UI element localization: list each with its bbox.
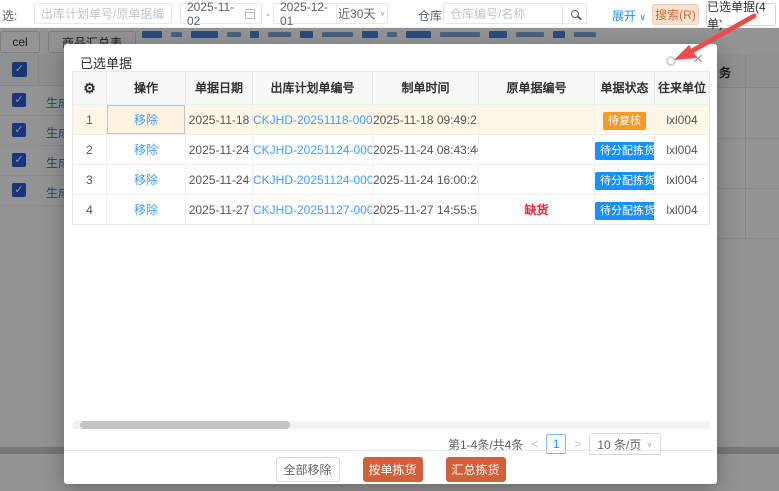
plan-number-input-wrap (34, 3, 172, 24)
chevron-down-icon: ∨ (646, 440, 653, 449)
original-no-cell: 缺货 (479, 195, 595, 224)
remove-all-button[interactable]: 全部移除 (276, 457, 340, 482)
table-row: 2 移除 2025-11-24CKJHD-20251124-00012025-11-… (73, 134, 709, 164)
plan-no-link[interactable]: CKJHD-20251124-0004 (253, 173, 373, 187)
doc-date-cell: 2025-11-18 (186, 105, 253, 134)
column-header: 出库计划单编号 (253, 72, 373, 104)
status-cell: 待分配拣货 (595, 135, 655, 164)
table-row: 1 移除 2025-11-18CKJHD-20251118-00012025-11-… (73, 104, 709, 134)
doc-date-cell: 2025-11-24 (186, 165, 253, 194)
plan-no-link[interactable]: CKJHD-20251127-0001 (253, 203, 373, 217)
action-cell: 移除 (107, 195, 186, 224)
column-header: 单据日期 (186, 72, 253, 104)
selected-docs-modal: 已选单据 × ⚙ 操作单据日期出库计划单编号制单时间原单据编号单据状态往来单位 … (64, 44, 717, 484)
plan-no-cell: CKJHD-20251127-0001 (253, 195, 373, 224)
status-badge: 待分配拣货 (595, 172, 655, 190)
horizontal-scrollbar-thumb[interactable] (80, 421, 290, 429)
prev-page-icon[interactable]: < (531, 437, 538, 451)
action-cell: 移除 (107, 105, 186, 134)
status-cell: 待分配拣货 (595, 165, 655, 194)
date-start-value: 2025-11-02 (187, 0, 245, 28)
original-no-cell (479, 105, 595, 134)
filter-toolbar: 选: 2025-11-02 - 2025-12-01 近30天 ∨ 仓库: 展开… (0, 0, 779, 28)
next-page-icon[interactable]: > (574, 437, 581, 451)
pick-summary-button[interactable]: 汇总拣货 (446, 457, 506, 482)
filter-label: 选: (2, 7, 17, 24)
table-body: 1移除2025-11-18CKJHD-20251118-00012025-11-… (73, 104, 709, 224)
search-button[interactable]: 搜索(R) (652, 4, 699, 25)
plan-no-link[interactable]: CKJHD-20251118-0001 (253, 113, 373, 127)
row-index: 3 (73, 165, 107, 194)
table-row: 4 移除 2025-11-27CKJHD-20251127-00012025-11-… (73, 194, 709, 224)
date-preset-value: 近30天 (338, 5, 375, 22)
modal-title: 已选单据 (80, 53, 132, 72)
action-cell: 移除 (107, 135, 186, 164)
partner-cell: lxl004 (655, 195, 709, 224)
column-header: 单据状态 (595, 72, 655, 104)
column-header: 往来单位 (655, 72, 709, 104)
original-no-cell (479, 135, 595, 164)
partner-cell: lxl004 (655, 105, 709, 134)
plan-no-link[interactable]: CKJHD-20251124-0001 (253, 143, 373, 157)
status-badge: 待复核 (603, 112, 646, 130)
action-cell: 移除 (107, 165, 186, 194)
plan-no-cell: CKJHD-20251124-0004 (253, 165, 373, 194)
plan-no-cell: CKJHD-20251118-0001 (253, 105, 373, 134)
modal-footer: 全部移除 按单拣货 汇总拣货 (64, 450, 717, 484)
date-range-separator: - (266, 7, 270, 21)
warehouse-input-wrap (443, 3, 587, 24)
close-icon[interactable]: × (693, 49, 703, 69)
row-index: 2 (73, 135, 107, 164)
calendar-icon (245, 9, 255, 19)
remove-link[interactable]: 移除 (134, 203, 158, 217)
app-window: 选: 2025-11-02 - 2025-12-01 近30天 ∨ 仓库: 展开… (0, 0, 779, 491)
status-badge: 待分配拣货 (595, 202, 655, 220)
table-row: 3 移除 2025-11-24CKJHD-20251124-00042025-11-… (73, 164, 709, 194)
date-preset-dropdown[interactable]: 近30天 ∨ (336, 3, 388, 24)
created-at-cell: 2025-11-18 09:49:21 (373, 105, 479, 134)
original-no-cell (479, 165, 595, 194)
plan-number-input[interactable] (35, 4, 171, 23)
warehouse-input[interactable] (444, 4, 562, 23)
remove-link[interactable]: 移除 (134, 113, 158, 127)
chevron-down-icon: ∨ (639, 12, 646, 22)
column-header: 操作 (107, 72, 186, 104)
expand-label: 展开 (612, 9, 636, 23)
remove-link[interactable]: 移除 (134, 173, 158, 187)
column-settings-gear-icon[interactable]: ⚙ (73, 72, 107, 104)
created-at-cell: 2025-11-24 16:00:28 (373, 165, 479, 194)
partner-cell: lxl004 (655, 135, 709, 164)
plan-no-cell: CKJHD-20251124-0001 (253, 135, 373, 164)
selected-docs-button[interactable]: 已选单据(4单) (706, 3, 776, 26)
status-cell: 待分配拣货 (595, 195, 655, 224)
remove-link[interactable]: 移除 (134, 143, 158, 157)
date-end-value: 2025-12-01 (280, 0, 338, 28)
warehouse-label: 仓库: (418, 7, 445, 24)
horizontal-scrollbar-track (72, 421, 710, 429)
column-header: 原单据编号 (479, 72, 595, 104)
date-start-input[interactable]: 2025-11-02 (180, 3, 262, 24)
status-cell: 待复核 (595, 105, 655, 134)
chevron-down-icon: ∨ (379, 9, 386, 18)
column-header: 制单时间 (373, 72, 479, 104)
selected-docs-table: ⚙ 操作单据日期出库计划单编号制单时间原单据编号单据状态往来单位 1 移除 2025… (72, 71, 710, 225)
warehouse-search-button[interactable] (562, 4, 586, 23)
search-icon (571, 10, 579, 18)
created-at-cell: 2025-11-24 08:43:46 (373, 135, 479, 164)
created-at-cell: 2025-11-27 14:55:51 (373, 195, 479, 224)
row-index: 4 (73, 195, 107, 224)
pick-by-order-button[interactable]: 按单拣货 (363, 457, 423, 482)
doc-date-cell: 2025-11-24 (186, 135, 253, 164)
doc-date-cell: 2025-11-27 (186, 195, 253, 224)
status-badge: 待分配拣货 (595, 142, 655, 160)
expand-toggle[interactable]: 展开 ∨ (612, 7, 646, 24)
partner-cell: lxl004 (655, 165, 709, 194)
row-index: 1 (73, 105, 107, 134)
table-header-row: ⚙ 操作单据日期出库计划单编号制单时间原单据编号单据状态往来单位 (73, 72, 709, 104)
